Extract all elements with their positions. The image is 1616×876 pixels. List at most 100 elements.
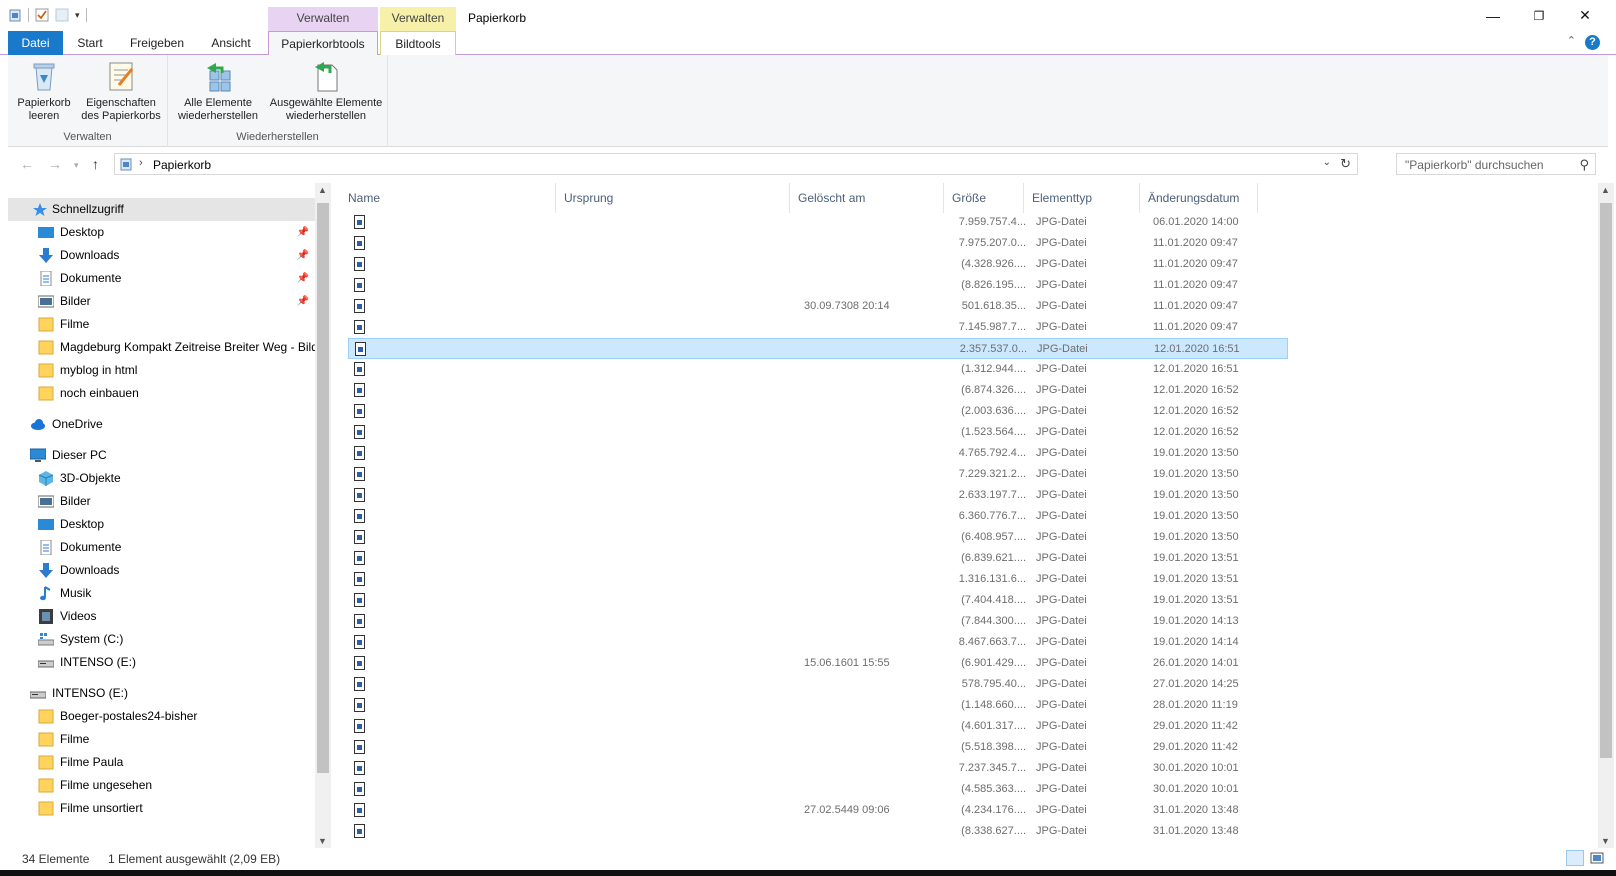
nav-item-pc-videos[interactable]: Videos xyxy=(8,605,315,628)
table-row[interactable]: 7.229.321.2... JPG-Datei 19.01.2020 13:50 xyxy=(348,464,1288,485)
nav-item-drive-boeger[interactable]: Boeger-postales24-bisher xyxy=(8,705,315,728)
table-row[interactable]: (6.839.621.... JPG-Datei 19.01.2020 13:51 xyxy=(348,548,1288,569)
nav-item-drive-intenso[interactable]: INTENSO (E:) xyxy=(8,682,315,705)
table-row[interactable]: 2.633.197.7... JPG-Datei 19.01.2020 13:50 xyxy=(348,485,1288,506)
nav-item-qa-filme[interactable]: Filme xyxy=(8,313,315,336)
properties-check-icon[interactable] xyxy=(35,8,49,22)
new-folder-icon[interactable] xyxy=(55,8,69,22)
nav-item-pc-downloads[interactable]: Downloads xyxy=(8,559,315,582)
large-icons-view-icon[interactable] xyxy=(1588,850,1606,866)
column-header-origin[interactable]: Ursprung xyxy=(556,183,790,213)
restore-button[interactable]: ❐ xyxy=(1516,0,1562,31)
table-row[interactable]: (7.844.300.... JPG-Datei 19.01.2020 14:13 xyxy=(348,611,1288,632)
nav-item-onedrive[interactable]: OneDrive xyxy=(8,413,315,436)
up-arrow-icon[interactable]: ↑ xyxy=(92,156,99,172)
forward-arrow-icon[interactable]: → xyxy=(48,156,62,172)
file-list-scrollbar[interactable]: ▲ ▼ xyxy=(1598,183,1614,848)
table-row[interactable]: (7.404.418.... JPG-Datei 19.01.2020 13:51 xyxy=(348,590,1288,611)
table-row[interactable]: (4.601.317.... JPG-Datei 29.01.2020 11:42 xyxy=(348,716,1288,737)
pin-icon[interactable]: 📌 xyxy=(297,244,309,267)
nav-item-pc-desktop[interactable]: Desktop xyxy=(8,513,315,536)
tab-picture-tools[interactable]: Bildtools xyxy=(380,31,456,55)
column-header-name[interactable]: Name xyxy=(340,183,556,213)
nav-item-qa-downloads[interactable]: Downloads 📌 xyxy=(8,244,315,267)
nav-item-this-pc[interactable]: Dieser PC xyxy=(8,444,315,467)
back-arrow-icon[interactable]: ← xyxy=(20,156,34,172)
scroll-up-icon[interactable]: ▲ xyxy=(1601,185,1610,195)
table-row[interactable]: 2.357.537.0... JPG-Datei 12.01.2020 16:51 xyxy=(348,338,1288,359)
tab-start[interactable]: Start xyxy=(66,31,114,55)
table-row[interactable]: 7.959.757.4... JPG-Datei 06.01.2020 14:00 xyxy=(348,212,1288,233)
table-row[interactable]: (1.523.564.... JPG-Datei 12.01.2020 16:52 xyxy=(348,422,1288,443)
details-view-icon[interactable] xyxy=(1566,850,1584,866)
table-row[interactable]: (5.518.398.... JPG-Datei 29.01.2020 11:42 xyxy=(348,737,1288,758)
nav-item-qa-myblog[interactable]: myblog in html xyxy=(8,359,315,382)
nav-item-pc-3d-objects[interactable]: 3D-Objekte xyxy=(8,467,315,490)
table-row[interactable]: 15.06.1601 15:55 (6.901.429.... JPG-Datei 2… xyxy=(348,653,1288,674)
table-row[interactable]: (1.312.944.... JPG-Datei 12.01.2020 16:51 xyxy=(348,359,1288,380)
nav-item-qa-documents[interactable]: Dokumente 📌 xyxy=(8,267,315,290)
table-row[interactable]: 30.09.7308 20:14 501.618.35... JPG-Datei 11… xyxy=(348,296,1288,317)
table-row[interactable]: 4.765.792.4... JPG-Datei 19.01.2020 13:50 xyxy=(348,443,1288,464)
restore-selected-button[interactable]: Ausgewählte Elemente wiederherstellen xyxy=(268,59,384,123)
table-row[interactable]: 7.237.345.7... JPG-Datei 30.01.2020 10:01 xyxy=(348,758,1288,779)
column-header-size[interactable]: Größe xyxy=(944,183,1024,213)
table-row[interactable]: (8.826.195.... JPG-Datei 11.01.2020 09:47 xyxy=(348,275,1288,296)
table-row[interactable]: (2.003.636.... JPG-Datei 12.01.2020 16:52 xyxy=(348,401,1288,422)
nav-item-qa-magdeburg[interactable]: Magdeburg Kompakt Zeitreise Breiter Weg … xyxy=(8,336,315,359)
search-input[interactable]: "Papierkorb" durchsuchen ⚲ xyxy=(1396,153,1596,175)
tab-share[interactable]: Freigeben xyxy=(122,31,192,55)
table-row[interactable]: (4.328.926.... JPG-Datei 11.01.2020 09:47 xyxy=(348,254,1288,275)
nav-item-pc-music[interactable]: Musik xyxy=(8,582,315,605)
recycle-bin-properties-button[interactable]: Eigenschaften des Papierkorbs xyxy=(78,59,164,123)
refresh-icon[interactable]: ↻ xyxy=(1340,156,1351,172)
table-row[interactable]: (6.874.326.... JPG-Datei 12.01.2020 16:52 xyxy=(348,380,1288,401)
table-row[interactable]: 1.316.131.6... JPG-Datei 19.01.2020 13:51 xyxy=(348,569,1288,590)
nav-item-qa-desktop[interactable]: Desktop 📌 xyxy=(8,221,315,244)
file-list-scrollbar-thumb[interactable] xyxy=(1600,203,1612,758)
address-bar[interactable]: › Papierkorb ⌄ ↻ xyxy=(114,153,1358,175)
breadcrumb-path[interactable]: Papierkorb xyxy=(153,158,211,172)
scroll-down-icon[interactable]: ▼ xyxy=(318,836,327,846)
nav-item-qa-pictures[interactable]: Bilder 📌 xyxy=(8,290,315,313)
column-header-modified[interactable]: Änderungsdatum xyxy=(1140,183,1258,213)
close-button[interactable]: ✕ xyxy=(1562,0,1608,31)
scroll-down-icon[interactable]: ▼ xyxy=(1601,836,1610,846)
search-icon[interactable]: ⚲ xyxy=(1579,157,1589,173)
column-header-deleted[interactable]: Gelöscht am xyxy=(790,183,944,213)
tab-view[interactable]: Ansicht xyxy=(200,31,262,55)
nav-item-pc-documents[interactable]: Dokumente xyxy=(8,536,315,559)
collapse-ribbon-icon[interactable]: ⌃ xyxy=(1567,34,1576,47)
nav-item-drive-filme-unsortiert[interactable]: Filme unsortiert xyxy=(8,797,315,820)
table-row[interactable]: 6.360.776.7... JPG-Datei 19.01.2020 13:50 xyxy=(348,506,1288,527)
pin-icon[interactable]: 📌 xyxy=(297,290,309,313)
table-row[interactable]: 27.02.5449 09:06 (4.234.176.... JPG-Datei 3… xyxy=(348,800,1288,821)
nav-item-pc-system-c[interactable]: System (C:) xyxy=(8,628,315,651)
empty-recycle-bin-button[interactable]: Papierkorb leeren xyxy=(14,59,74,123)
minimize-button[interactable]: — xyxy=(1470,0,1516,31)
table-row[interactable]: (4.585.363.... JPG-Datei 30.01.2020 10:01 xyxy=(348,779,1288,800)
table-row[interactable]: (6.408.957.... JPG-Datei 19.01.2020 13:50 xyxy=(348,527,1288,548)
nav-item-qa-noch-einbauen[interactable]: noch einbauen xyxy=(8,382,315,405)
nav-item-pc-intenso[interactable]: INTENSO (E:) xyxy=(8,651,315,674)
scroll-up-icon[interactable]: ▲ xyxy=(318,185,327,195)
table-row[interactable]: 8.467.663.7... JPG-Datei 19.01.2020 14:14 xyxy=(348,632,1288,653)
nav-item-drive-filme-ungesehen[interactable]: Filme ungesehen xyxy=(8,774,315,797)
recycle-bin-small-icon[interactable] xyxy=(8,8,22,22)
nav-item-pc-pictures[interactable]: Bilder xyxy=(8,490,315,513)
restore-all-button[interactable]: Alle Elemente wiederherstellen xyxy=(172,59,264,123)
nav-scrollbar[interactable]: ▲ ▼ xyxy=(315,183,331,848)
nav-scrollbar-thumb[interactable] xyxy=(317,203,329,773)
table-row[interactable]: (8.338.627.... JPG-Datei 31.01.2020 13:48 xyxy=(348,821,1288,842)
column-header-type[interactable]: Elementtyp xyxy=(1024,183,1140,213)
breadcrumb-separator-icon[interactable]: › xyxy=(139,157,143,169)
nav-item-quick-access[interactable]: Schnellzugriff xyxy=(8,198,315,221)
table-row[interactable]: (1.148.660.... JPG-Datei 28.01.2020 11:19 xyxy=(348,695,1288,716)
table-row[interactable]: 578.795.40... JPG-Datei 27.01.2020 14:25 xyxy=(348,674,1288,695)
customize-toolbar-chevron-icon[interactable]: ▾ xyxy=(75,10,80,21)
nav-item-drive-filme[interactable]: Filme xyxy=(8,728,315,751)
tab-recycle-tools[interactable]: Papierkorbtools xyxy=(268,31,378,56)
tab-file[interactable]: Datei xyxy=(8,31,63,55)
address-dropdown-icon[interactable]: ⌄ xyxy=(1323,157,1331,168)
help-icon[interactable]: ? xyxy=(1585,35,1600,50)
